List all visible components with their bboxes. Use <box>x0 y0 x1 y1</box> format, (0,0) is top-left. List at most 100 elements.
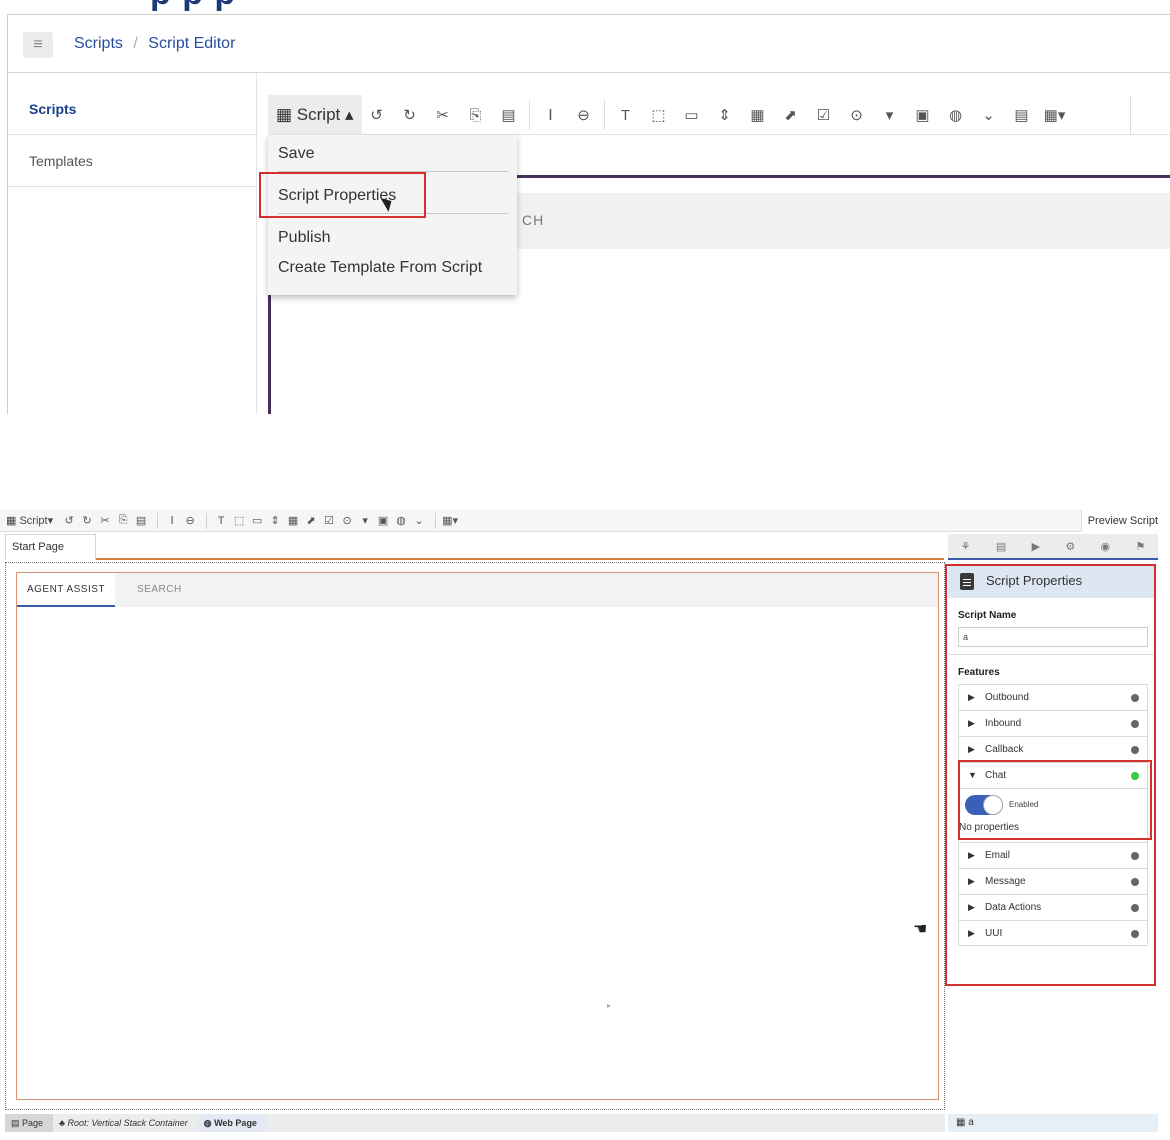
caret-up-icon: ▴ <box>345 105 354 124</box>
tab-search[interactable]: SEARCH <box>137 573 182 607</box>
breadcrumb-separator: / <box>133 35 138 52</box>
script-icon: ▦ <box>6 515 17 527</box>
image-icon[interactable]: ▣ <box>906 106 939 124</box>
script-menu-button[interactable]: ▦ Script▾ <box>6 514 53 527</box>
paste-icon[interactable]: ▤ <box>133 514 149 527</box>
layout-icon[interactable]: ▦▾ <box>1038 106 1071 124</box>
menu-item-create-template[interactable]: Create Template From Script <box>278 259 482 277</box>
undo-icon[interactable]: ↺ <box>360 106 393 124</box>
toolbar-end-divider <box>1130 95 1131 135</box>
toolbar-divider <box>157 512 159 529</box>
sidebar-item-templates[interactable]: Templates <box>8 135 257 187</box>
input-icon[interactable]: Ⅰ <box>534 106 567 124</box>
hierarchy-icon: ♣ <box>59 1118 65 1128</box>
dropdown-icon[interactable]: ▾ <box>873 106 906 124</box>
chevron-circle-icon[interactable]: ⌄ <box>411 514 427 527</box>
preview-script-button[interactable]: Preview Script <box>1080 510 1164 532</box>
textbox-icon[interactable]: ▭ <box>675 106 708 124</box>
breadcrumb-script-editor-link[interactable]: Script Editor <box>148 35 235 52</box>
script-icon: ▦ <box>276 105 293 124</box>
button-icon[interactable]: ⬚ <box>642 106 675 124</box>
play-icon[interactable]: ▶ <box>1032 540 1040 553</box>
crumb-label: Root: Vertical Stack Container <box>67 1118 188 1128</box>
breadcrumb: Scripts / Script Editor <box>74 35 235 53</box>
status-breadcrumb-bar: ▤ Page ♣ Root: Vertical Stack Container … <box>5 1114 945 1132</box>
hand-cursor-icon: ☚ <box>913 921 928 938</box>
script-menu-label: Script▾ <box>19 515 54 527</box>
page-icon: ▤ <box>11 1118 20 1128</box>
calendar-icon[interactable]: ▦ <box>741 106 774 124</box>
editor-toolbar-small: ▦ Script▾ ↺ ↻ ✂ ⎘ ▤ Ⅰ ⊖ T ⬚ ▭ ⇕ ▦ ⬈ ☑ ⊙ ▾ ▣ ◍ ⌄ ▦▾ <box>0 510 1160 532</box>
crumb-web-page[interactable]: ◍ Web Page <box>197 1114 267 1132</box>
preview-icon[interactable]: ◉ <box>1101 540 1111 553</box>
list-icon[interactable]: ▦▾ <box>442 514 458 527</box>
menu-item-save[interactable]: Save <box>278 145 314 163</box>
input-icon[interactable]: Ⅰ <box>164 514 180 527</box>
sidebar: Scripts Templates <box>8 73 257 414</box>
menu-item-publish[interactable]: Publish <box>278 229 330 247</box>
textbox-icon[interactable]: ▭ <box>249 514 265 527</box>
checkbox-icon[interactable]: ☑ <box>321 514 337 527</box>
stepper-icon[interactable]: ⇕ <box>267 514 283 527</box>
text-icon[interactable]: T <box>609 107 642 124</box>
toolbar-divider <box>529 100 530 130</box>
tab-start-page[interactable]: Start Page <box>5 534 96 560</box>
separator-icon[interactable]: ⊖ <box>182 514 198 527</box>
script-menu-button[interactable]: ▦ Script ▴ <box>268 95 362 135</box>
inner-tabs-bar: AGENT ASSIST SEARCH <box>17 573 938 607</box>
chevron-circle-icon[interactable]: ⌄ <box>972 106 1005 124</box>
button-icon[interactable]: ⬚ <box>231 514 247 527</box>
toolbar-divider <box>206 512 208 529</box>
top-screenshot: ≡ Scripts / Script Editor Scripts Templa… <box>7 14 1170 414</box>
page-icon[interactable]: ▤ <box>996 540 1006 553</box>
breadcrumb-scripts-link[interactable]: Scripts <box>74 35 123 52</box>
web-page-container: AGENT ASSIST SEARCH ☚ ▸ <box>16 572 939 1100</box>
status-script-value: a <box>968 1117 974 1128</box>
undo-icon[interactable]: ↺ <box>61 514 77 527</box>
crumb-label: Page <box>22 1118 44 1128</box>
globe-icon: ◍ <box>203 1118 212 1128</box>
toolbar-divider <box>435 512 437 529</box>
hamburger-menu-icon[interactable]: ≡ <box>23 32 53 58</box>
properties-panel-tabs: ⚘ ▤ ▶ ⚙ ◉ ⚑ <box>948 534 1158 560</box>
text-icon[interactable]: T <box>213 515 229 527</box>
highlight-box-chat <box>958 760 1152 840</box>
link-icon[interactable]: ⬈ <box>774 106 807 124</box>
highlight-box <box>259 172 426 218</box>
tab-agent-assist[interactable]: AGENT ASSIST <box>17 573 115 607</box>
redo-icon[interactable]: ↻ <box>79 514 95 527</box>
tree-icon[interactable]: ⚘ <box>961 540 971 553</box>
calendar-icon[interactable]: ▦ <box>285 514 301 527</box>
paste-icon[interactable]: ▤ <box>492 106 525 124</box>
crumb-label: Web Page <box>214 1118 257 1128</box>
web-icon[interactable]: ◍ <box>939 106 972 124</box>
redo-icon[interactable]: ↻ <box>393 106 426 124</box>
copy-icon[interactable]: ⎘ <box>115 514 131 527</box>
crumb-page[interactable]: ▤ Page <box>5 1114 54 1132</box>
separator-icon[interactable]: ⊖ <box>567 106 600 124</box>
copy-icon[interactable]: ⎘ <box>459 107 492 124</box>
crumb-root[interactable]: ♣ Root: Vertical Stack Container <box>53 1114 198 1132</box>
radio-icon[interactable]: ⊙ <box>840 106 873 124</box>
drop-indicator-icon: ▸ <box>607 1001 612 1010</box>
checkbox-icon[interactable]: ☑ <box>807 106 840 124</box>
script-icon: ▦ <box>956 1117 966 1128</box>
canvas-tab-fragment: CH <box>522 212 545 228</box>
radio-icon[interactable]: ⊙ <box>339 514 355 527</box>
toolbar-divider <box>604 100 605 130</box>
sidebar-item-scripts[interactable]: Scripts <box>8 83 257 135</box>
cut-icon[interactable]: ✂ <box>426 106 459 124</box>
debug-icon[interactable]: ⚑ <box>1135 540 1145 553</box>
status-script-name: ▦ a <box>948 1114 1158 1132</box>
image-icon[interactable]: ▣ <box>375 514 391 527</box>
cut-icon[interactable]: ✂ <box>97 514 113 527</box>
link-icon[interactable]: ⬈ <box>303 514 319 527</box>
web-icon[interactable]: ◍ <box>393 514 409 527</box>
list-icon[interactable]: ▤ <box>1005 106 1038 124</box>
cropped-page-heading: p p p <box>150 0 236 13</box>
settings-icon[interactable]: ⚙ <box>1065 540 1075 553</box>
dropdown-icon[interactable]: ▾ <box>357 514 373 527</box>
app-header: ≡ Scripts / Script Editor <box>8 15 1170 73</box>
stepper-icon[interactable]: ⇕ <box>708 106 741 124</box>
script-menu-label: Script <box>296 105 341 124</box>
